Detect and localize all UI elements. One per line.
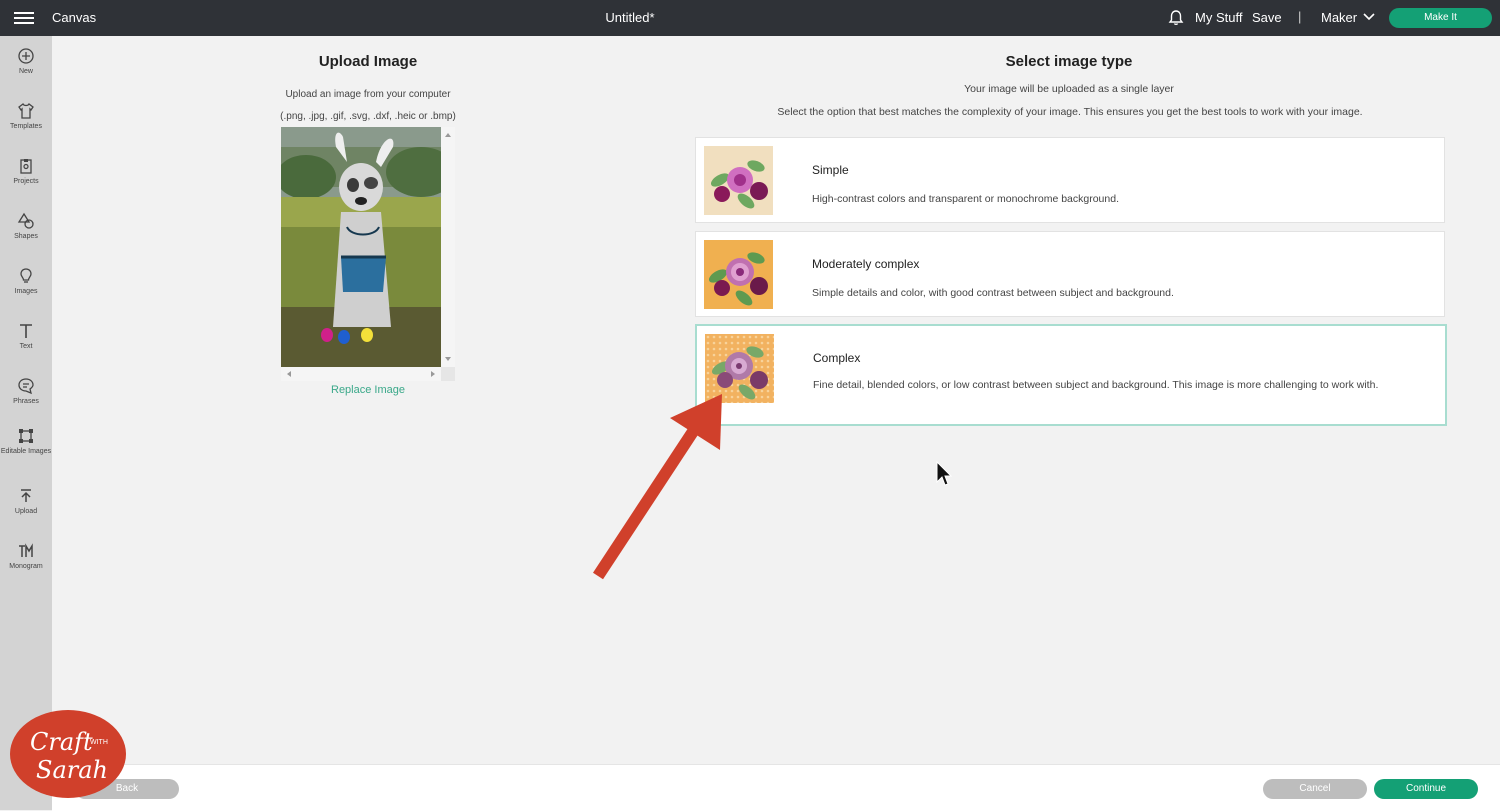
single-layer-note: Your image will be uploaded as a single … <box>964 83 1174 95</box>
my-stuff-link[interactable]: My Stuff <box>1195 10 1242 25</box>
upload-instruction-line: Upload an image from your computer <box>285 89 451 100</box>
svg-text:Sarah: Sarah <box>36 756 108 784</box>
sidebar-item-upload[interactable]: Upload <box>0 487 52 516</box>
upload-image-title: Upload Image <box>318 53 418 70</box>
option-name: Moderately complex <box>812 257 920 271</box>
editable-image-icon <box>19 429 33 443</box>
save-button[interactable]: Save <box>1252 10 1282 25</box>
left-sidebar: New Templates Projects Shapes Images Tex… <box>0 36 52 810</box>
sidebar-item-label: Shapes <box>14 233 38 240</box>
sidebar-item-monogram[interactable]: Monogram <box>0 542 52 571</box>
text-icon <box>20 324 32 338</box>
option-moderately-complex[interactable]: Moderately complex Simple details and co… <box>695 231 1445 317</box>
notification-bell-icon[interactable] <box>1167 9 1185 27</box>
option-simple[interactable]: Simple High-contrast colors and transpar… <box>695 137 1445 223</box>
svg-text:Craft: Craft <box>30 728 93 756</box>
option-name: Complex <box>813 351 861 365</box>
sidebar-item-label: Projects <box>13 178 39 185</box>
sidebar-item-new[interactable]: New <box>0 47 52 76</box>
svg-text:WITH: WITH <box>90 739 108 746</box>
craft-with-sarah-logo: Craft WITH Sarah <box>10 710 126 798</box>
sidebar-item-label: Monogram <box>9 563 43 570</box>
cancel-button[interactable]: Cancel <box>1263 779 1367 799</box>
divider: | <box>1298 9 1302 24</box>
sidebar-item-label: Phrases <box>13 398 39 405</box>
continue-button[interactable]: Continue <box>1374 779 1478 799</box>
sidebar-item-label: Editable Images <box>0 448 52 455</box>
option-description: Simple details and color, with good cont… <box>812 287 1174 299</box>
sidebar-item-phrases[interactable]: Phrases <box>0 377 52 406</box>
upload-instructions: Upload an image from your computer (.png… <box>230 84 506 128</box>
moderately-complex-flower-thumbnail <box>704 240 773 309</box>
option-name: Simple <box>812 163 849 177</box>
document-title[interactable]: Untitled* <box>0 10 1260 25</box>
red-annotation-arrow <box>592 394 722 580</box>
shirt-icon <box>18 103 34 119</box>
sidebar-item-projects[interactable]: Projects <box>0 157 52 186</box>
replace-image-link[interactable]: Replace Image <box>300 384 436 396</box>
supported-formats-text: (.png, .jpg, .gif, .svg, .dxf, .heic or … <box>280 111 456 122</box>
simple-flower-thumbnail <box>704 146 773 215</box>
option-description: High-contrast colors and transparent or … <box>812 193 1119 205</box>
shapes-icon <box>17 212 34 229</box>
speech-bubble-icon <box>18 378 34 395</box>
sidebar-item-editable-images[interactable]: Editable Images <box>0 427 52 456</box>
sidebar-item-label: Upload <box>14 508 38 515</box>
machine-select[interactable]: Maker <box>1321 10 1357 25</box>
mouse-cursor-icon <box>936 460 953 486</box>
sidebar-item-label: Images <box>14 288 38 295</box>
projects-icon <box>20 159 32 174</box>
plus-circle-icon <box>18 48 34 64</box>
sidebar-item-label: Templates <box>10 123 42 130</box>
select-image-type-title: Select image type <box>1005 53 1133 70</box>
make-it-button[interactable]: Make It <box>1389 8 1492 28</box>
top-bar: Canvas Untitled* My Stuff Save | Maker M… <box>0 0 1500 36</box>
sidebar-item-text[interactable]: Text <box>0 322 52 351</box>
option-complex[interactable]: Complex Fine detail, blended colors, or … <box>695 324 1447 426</box>
upload-icon <box>21 489 31 502</box>
image-preview-horizontal-scrollbar[interactable] <box>281 367 441 381</box>
sidebar-item-label: Text <box>19 343 33 350</box>
sidebar-item-label: New <box>18 68 33 75</box>
chevron-down-icon[interactable] <box>1362 12 1376 22</box>
bulb-icon <box>20 268 32 283</box>
image-preview-vertical-scrollbar[interactable] <box>441 127 455 367</box>
monogram-icon <box>19 543 33 557</box>
sidebar-item-images[interactable]: Images <box>0 267 52 296</box>
uploaded-dog-photo <box>281 127 441 367</box>
option-description: Fine detail, blended colors, or low cont… <box>813 379 1379 391</box>
sidebar-item-templates[interactable]: Templates <box>0 102 52 131</box>
sidebar-item-shapes[interactable]: Shapes <box>0 212 52 241</box>
complexity-instructions: Select the option that best matches the … <box>777 106 1363 118</box>
